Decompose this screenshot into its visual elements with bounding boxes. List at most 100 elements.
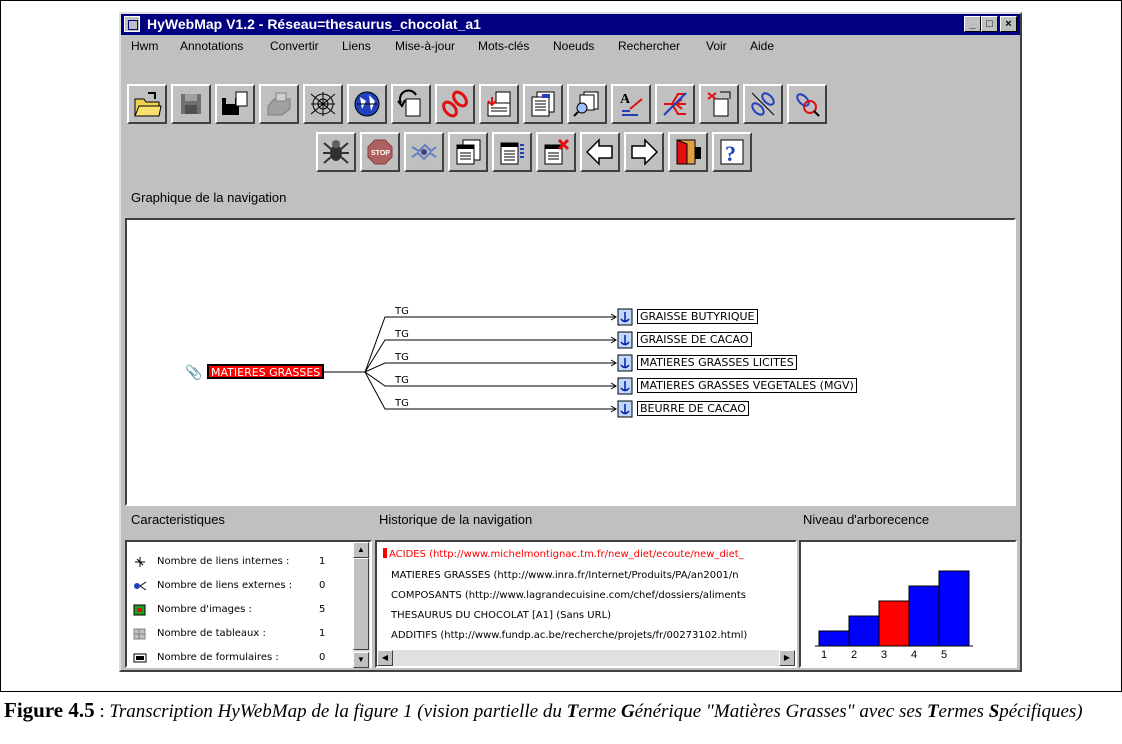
child-term-node[interactable]: BEURRE DE CACAO [637,401,749,416]
menu-aide[interactable]: Aide [750,39,774,53]
window-icon[interactable] [448,132,488,172]
print-icon[interactable] [259,84,299,124]
caracteristiques-panel: Nombre de liens internes : 1 Nombre de l… [125,540,372,668]
title-bar[interactable]: HyWebMap V1.2 - Réseau=thesaurus_chocola… [121,14,1020,35]
forms-icon [133,652,147,664]
navigation-graph[interactable]: 📎 MATIERES GRASSES TG TG TG TG TG GRAISS… [125,218,1016,506]
text-edit-icon[interactable]: A [611,84,651,124]
menu-annotations[interactable]: Annotations [180,39,243,53]
spider-icon[interactable] [316,132,356,172]
app-icon[interactable] [124,16,140,32]
undo-doc-icon[interactable] [391,84,431,124]
history-item[interactable]: MATIERES GRASSES (http://www.inra.fr/Int… [391,570,739,581]
menu-hwm[interactable]: Hwm [131,39,158,53]
maximize-button[interactable]: □ [981,16,998,32]
window-delete-icon[interactable] [536,132,576,172]
tables-icon [133,628,147,640]
globe-icon[interactable] [347,84,387,124]
menu-bar: Hwm Annotations Convertir Liens Mise-à-j… [121,36,1020,56]
arrow-left-icon[interactable] [580,132,620,172]
internal-links-icon [133,556,147,568]
svg-text:STOP: STOP [371,150,390,157]
app-window: HyWebMap V1.2 - Réseau=thesaurus_chocola… [119,12,1022,672]
stop-icon[interactable]: STOP [360,132,400,172]
relation-label: TG [395,306,409,317]
menu-mise-a-jour[interactable]: Mise-à-jour [395,39,455,53]
menu-mots-cles[interactable]: Mots-clés [478,39,529,53]
niveau-label: Niveau d'arborecence [803,512,930,527]
help-icon[interactable]: ? [712,132,752,172]
selected-marker [383,548,387,558]
relation-label: TG [395,375,409,386]
level-tick-label: 3 [881,649,887,661]
menu-liens[interactable]: Liens [342,39,371,53]
link-search-icon[interactable] [787,84,827,124]
svg-text:?: ? [725,141,736,166]
menu-rechercher[interactable]: Rechercher [618,39,680,53]
open-folder-icon[interactable] [127,84,167,124]
import-doc-icon[interactable] [479,84,519,124]
arrow-right-icon[interactable] [624,132,664,172]
child-term-node[interactable]: MATIERES GRASSES VEGETALES (MGV) [637,378,857,393]
window-list-icon[interactable] [492,132,532,172]
edge-line [324,316,615,373]
relation-label: TG [395,352,409,363]
edge-line [324,371,615,410]
history-item[interactable]: THESAURUS DU CHOCOLAT [A1] (Sans URL) [391,610,611,621]
edge-line [324,371,615,387]
history-item[interactable]: COMPOSANTS (http://www.lagrandecuisine.c… [391,590,746,601]
paperclip-icon: 📎 [185,364,203,380]
edge-line [324,339,615,373]
historique-label: Historique de la navigation [379,512,533,527]
link-chain-icon[interactable] [435,84,475,124]
scroll-thumb[interactable] [353,558,369,650]
figure-number: Figure 4.5 [4,698,95,722]
doc-list-icon[interactable] [523,84,563,124]
menu-convertir[interactable]: Convertir [270,39,319,53]
child-term-node[interactable]: MATIERES GRASSES LICITES [637,355,797,370]
menu-voir[interactable]: Voir [706,39,727,53]
graph-edges [324,308,633,418]
minimize-button[interactable]: _ [964,16,981,32]
scroll-up-button[interactable]: ▲ [353,542,369,558]
figure-caption: Figure 4.5 : Transcription HyWebMap de l… [4,698,1118,724]
images-icon [133,604,147,616]
exit-door-icon[interactable] [668,132,708,172]
history-item[interactable]: ADDITIFS (http://www.fundp.ac.be/recherc… [391,630,747,641]
level-bar [878,600,910,647]
save-disk-icon[interactable] [171,84,211,124]
level-bar [848,615,880,647]
tree-icon[interactable] [655,84,695,124]
level-tick-label: 5 [941,649,947,661]
niveau-panel: 1 2 3 4 5 [799,540,1017,668]
level-tick-label: 1 [821,649,827,661]
history-item-selected[interactable]: ACIDES (http://www.michelmontignac.tm.fr… [383,548,744,560]
child-term-node[interactable]: GRAISSE DE CACAO [637,332,752,347]
child-term-node[interactable]: GRAISSE BUTYRIQUE [637,309,758,324]
svg-text:A: A [620,92,631,107]
root-term-node[interactable]: MATIERES GRASSES [207,364,325,379]
scroll-left-button[interactable]: ◀ [377,650,393,666]
external-links-icon [133,580,147,592]
niveau-chart: 1 2 3 4 5 [815,570,973,661]
historique-panel: ACIDES (http://www.michelmontignac.tm.fr… [375,540,797,668]
doc-search-icon[interactable] [567,84,607,124]
menu-noeuds[interactable]: Noeuds [553,39,594,53]
network-web-icon[interactable] [303,84,343,124]
doc-link-icon[interactable] [699,84,739,124]
graph-label: Graphique de la navigation [131,190,287,205]
level-tick-label: 2 [851,649,857,661]
level-tick-label: 4 [911,649,917,661]
level-bar [938,570,970,647]
crawl-icon[interactable] [404,132,444,172]
link-edit-icon[interactable] [743,84,783,124]
save-as-icon[interactable] [215,84,255,124]
level-bar [908,585,940,647]
history-hscrollbar[interactable]: ◀ ▶ [377,650,795,666]
relation-label: TG [395,398,409,409]
close-button[interactable]: × [1000,16,1017,32]
level-bar [818,630,850,647]
scroll-right-button[interactable]: ▶ [779,650,795,666]
scroll-down-button[interactable]: ▼ [353,652,369,668]
caracteristiques-scrollbar[interactable]: ▲ ▼ [353,542,370,668]
